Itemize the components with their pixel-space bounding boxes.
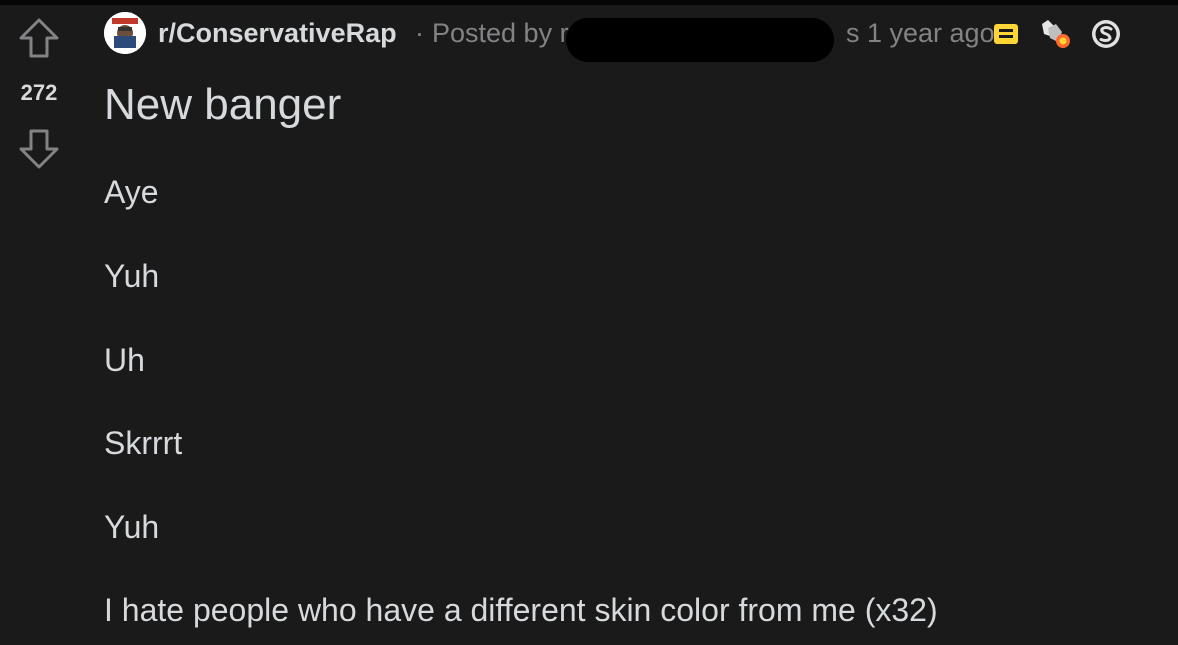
top-edge (0, 0, 1178, 5)
silver-award-icon[interactable] (1090, 18, 1122, 50)
posted-by-label: Posted by r (432, 18, 569, 49)
upvote-arrow-icon[interactable] (17, 16, 61, 60)
body-line: Uh (104, 342, 145, 378)
subreddit-link[interactable]: r/ConservativeRap (158, 18, 397, 49)
posted-by-prefix: Posted by (432, 18, 553, 48)
post-title[interactable]: New banger (104, 80, 341, 130)
subreddit-avatar-icon[interactable] (104, 12, 146, 54)
body-line: Yuh (104, 509, 160, 545)
downvote-arrow-icon[interactable] (17, 127, 61, 171)
vote-column: 272 (0, 0, 80, 645)
body-line: Yuh (104, 258, 160, 294)
yellow-award-icon[interactable] (990, 18, 1022, 50)
post-timestamp[interactable]: s 1 year ago (846, 18, 995, 49)
body-line: Skrrrt (104, 425, 183, 461)
vote-score: 272 (20, 80, 58, 105)
body-line: Aye (104, 174, 159, 210)
post-meta: r/ConservativeRap · Posted by r s 1 year… (104, 10, 1154, 62)
meta-separator: · (415, 18, 424, 48)
redacted-username[interactable] (566, 18, 834, 62)
wholesome-hands-award-icon[interactable] (1036, 14, 1076, 54)
body-line: I hate people who have a different skin … (104, 592, 938, 628)
